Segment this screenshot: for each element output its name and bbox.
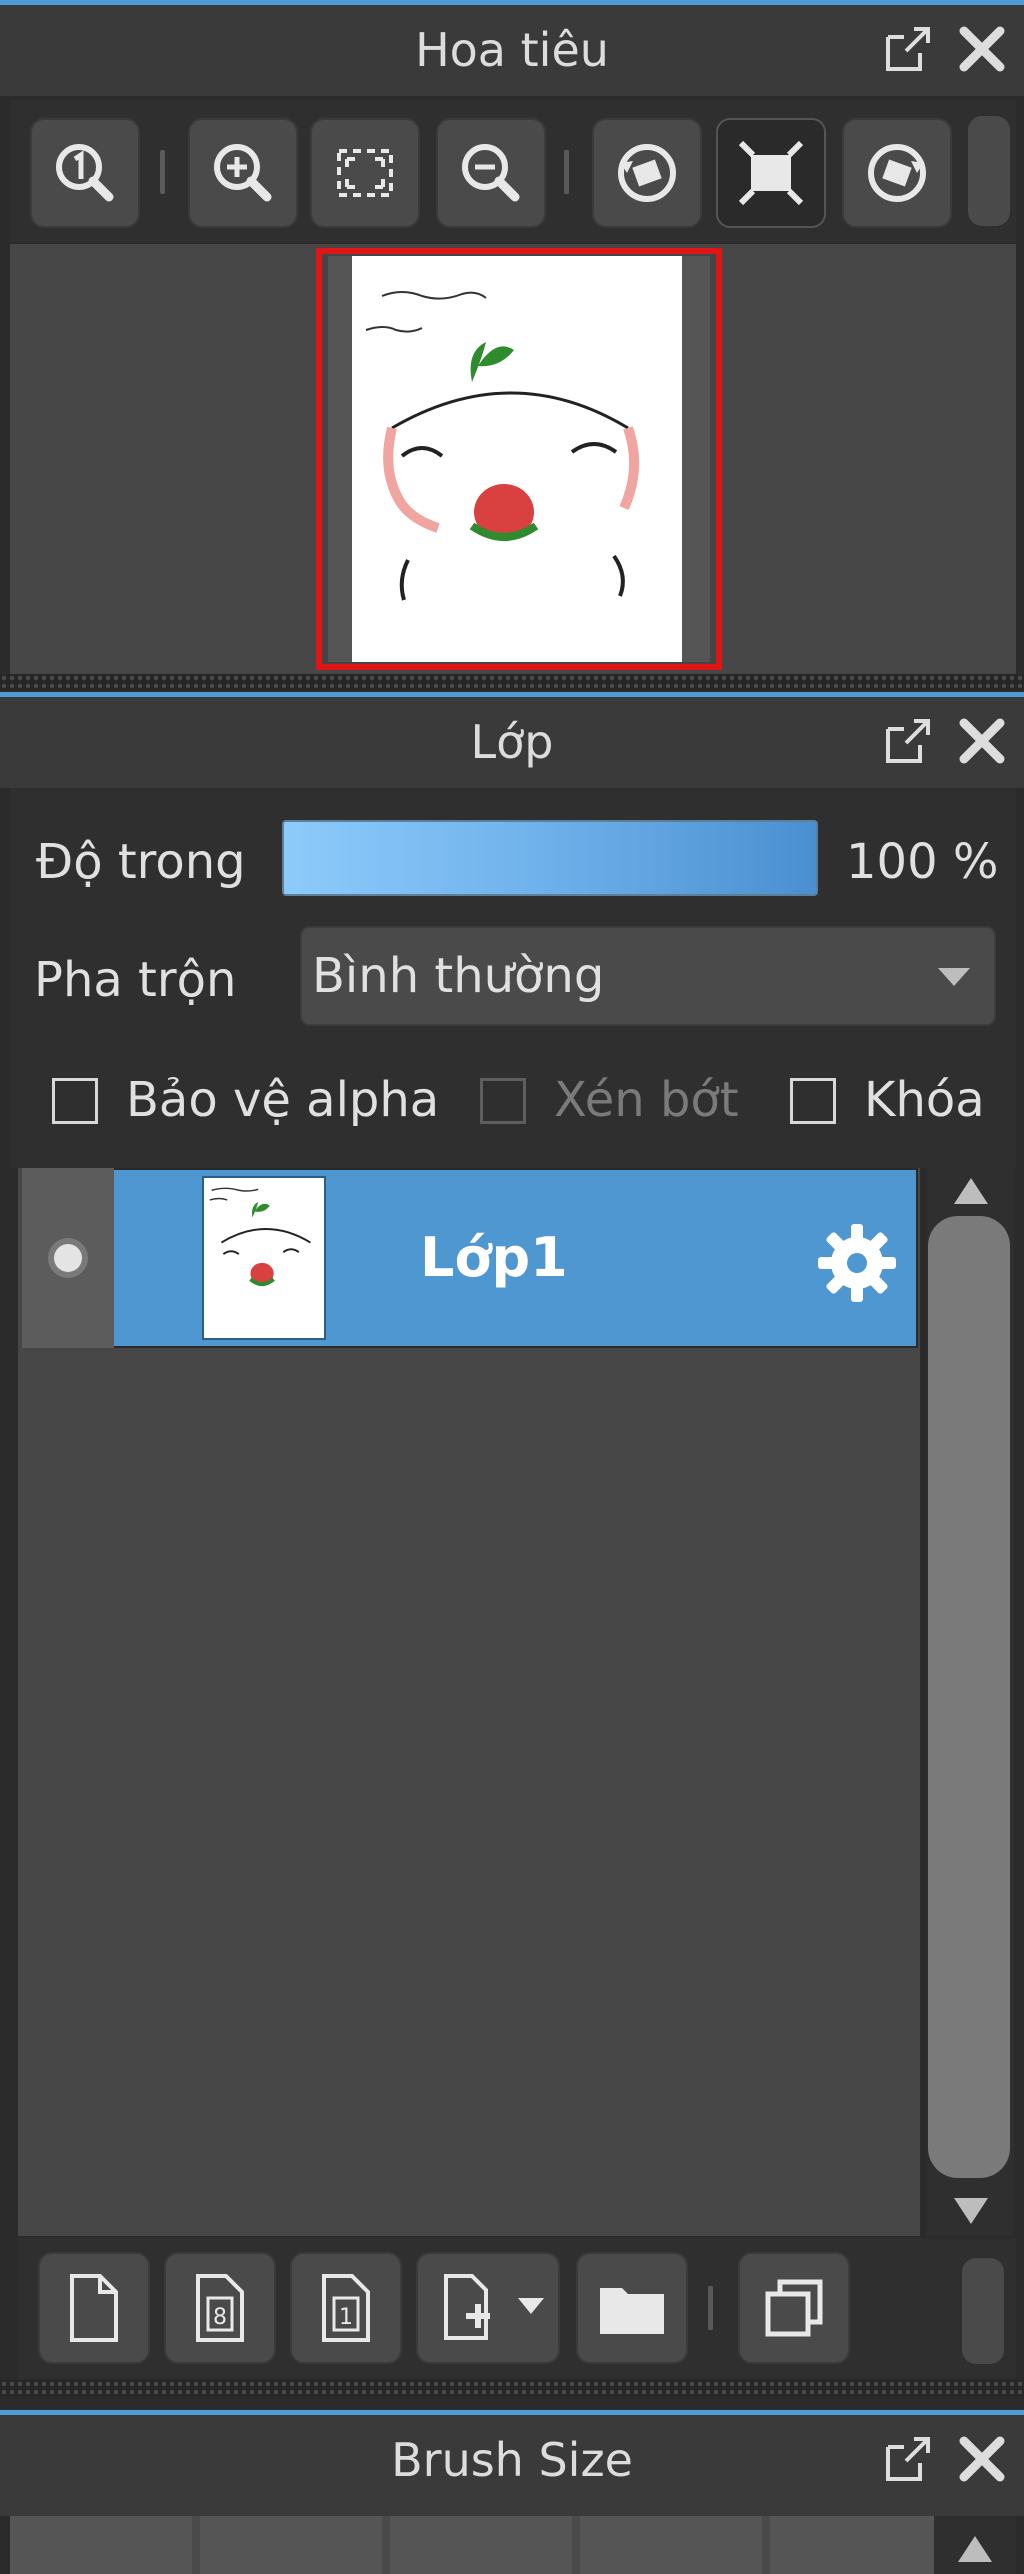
chevron-down-icon xyxy=(518,2298,544,2314)
brush-size-cell[interactable] xyxy=(200,2516,382,2574)
svg-text:8: 8 xyxy=(213,2305,227,2330)
close-icon[interactable] xyxy=(952,2429,1012,2489)
new-layer-button[interactable] xyxy=(38,2252,150,2364)
undock-icon[interactable] xyxy=(878,19,938,79)
zoom-out-icon xyxy=(462,144,520,202)
layer-1bit-icon: 1 xyxy=(322,2274,370,2342)
zoom-in-button[interactable] xyxy=(188,118,298,228)
clipping-label: Xén bớt xyxy=(554,1072,739,1128)
brush-size-title: Brush Size xyxy=(391,2433,633,2487)
brush-size-grid xyxy=(10,2516,934,2574)
layer-name[interactable]: Lớp1 xyxy=(420,1226,568,1289)
protect-alpha-checkbox[interactable] xyxy=(52,1078,98,1124)
scroll-up-arrow-icon[interactable] xyxy=(946,1172,996,1212)
scroll-down-arrow-icon[interactable] xyxy=(946,2190,996,2230)
opacity-label: Độ trong xyxy=(36,834,246,890)
layer-settings-button[interactable] xyxy=(812,1218,902,1308)
navigator-title: Hoa tiêu xyxy=(415,23,609,77)
chevron-down-icon xyxy=(938,968,970,986)
new-folder-button[interactable] xyxy=(576,2252,688,2364)
brush-size-cell[interactable] xyxy=(580,2516,762,2574)
fit-window-icon xyxy=(337,149,393,197)
add-layer-icon xyxy=(444,2274,490,2340)
folder-icon xyxy=(600,2288,664,2334)
protect-alpha-label: Bảo vệ alpha xyxy=(126,1072,440,1128)
undock-icon[interactable] xyxy=(878,711,938,771)
add-layer-dropdown-button[interactable] xyxy=(416,2252,560,2364)
toolbar-scroll-handle[interactable] xyxy=(968,116,1010,226)
canvas-margin-right xyxy=(682,256,710,662)
fit-screen-button[interactable] xyxy=(716,118,826,228)
fit-window-button[interactable] xyxy=(310,118,420,228)
scrollbar-thumb[interactable] xyxy=(928,1216,1010,2178)
rotate-left-button[interactable] xyxy=(592,118,702,228)
close-icon[interactable] xyxy=(952,711,1012,771)
blend-mode-value: Bình thường xyxy=(312,948,605,1004)
new-page-icon xyxy=(70,2274,118,2342)
fit-screen-icon xyxy=(738,140,804,206)
scroll-up-arrow-icon[interactable] xyxy=(950,2530,1000,2570)
panel-splitter[interactable] xyxy=(0,674,1024,690)
duplicate-layer-button[interactable] xyxy=(738,2252,850,2364)
zoom-one-icon xyxy=(56,144,114,202)
canvas-margin-left xyxy=(328,256,352,662)
zoom-out-button[interactable] xyxy=(436,118,546,228)
brush-size-cell[interactable] xyxy=(770,2516,934,2574)
blend-mode-select[interactable]: Bình thường xyxy=(300,926,996,1026)
rotate-right-button[interactable] xyxy=(842,118,952,228)
panel-splitter[interactable] xyxy=(0,2380,1024,2396)
visibility-dot-icon xyxy=(48,1238,88,1278)
gear-icon xyxy=(818,1224,896,1302)
blend-label: Pha trộn xyxy=(34,952,237,1008)
layer-thumbnail xyxy=(202,1176,326,1340)
undock-icon[interactable] xyxy=(878,2429,938,2489)
lock-label: Khóa xyxy=(864,1072,985,1128)
layer-8bit-icon: 8 xyxy=(196,2274,244,2342)
navigator-toolbar xyxy=(10,100,1016,242)
clipping-checkbox xyxy=(480,1078,526,1124)
layer-panel-header: Lớp xyxy=(0,692,1024,788)
zoom-actual-button[interactable] xyxy=(30,118,140,228)
opacity-slider[interactable] xyxy=(282,820,818,896)
navigator-panel-header: Hoa tiêu xyxy=(0,0,1024,96)
brush-size-panel-header: Brush Size xyxy=(0,2410,1024,2516)
duplicate-icon xyxy=(765,2279,823,2337)
layer-panel-title: Lớp xyxy=(470,715,554,769)
brush-size-cell[interactable] xyxy=(390,2516,572,2574)
new-8bit-layer-button[interactable]: 8 xyxy=(164,2252,276,2364)
brush-size-cell[interactable] xyxy=(10,2516,192,2574)
brush-scrollbar[interactable] xyxy=(934,2516,1016,2574)
svg-text:1: 1 xyxy=(339,2305,353,2330)
toolbar-scroll-handle[interactable] xyxy=(962,2258,1004,2364)
zoom-in-icon xyxy=(214,144,272,202)
rotate-right-icon xyxy=(868,144,926,202)
layer-visibility-toggle[interactable] xyxy=(22,1168,114,1348)
canvas-preview xyxy=(352,256,682,662)
lock-checkbox[interactable] xyxy=(790,1078,836,1124)
rotate-left-icon xyxy=(618,144,676,202)
new-1bit-layer-button[interactable]: 1 xyxy=(290,2252,402,2364)
close-icon[interactable] xyxy=(952,19,1012,79)
opacity-value: 100 % xyxy=(846,834,999,890)
layer-toolbar: 8 1 xyxy=(18,2238,1016,2378)
